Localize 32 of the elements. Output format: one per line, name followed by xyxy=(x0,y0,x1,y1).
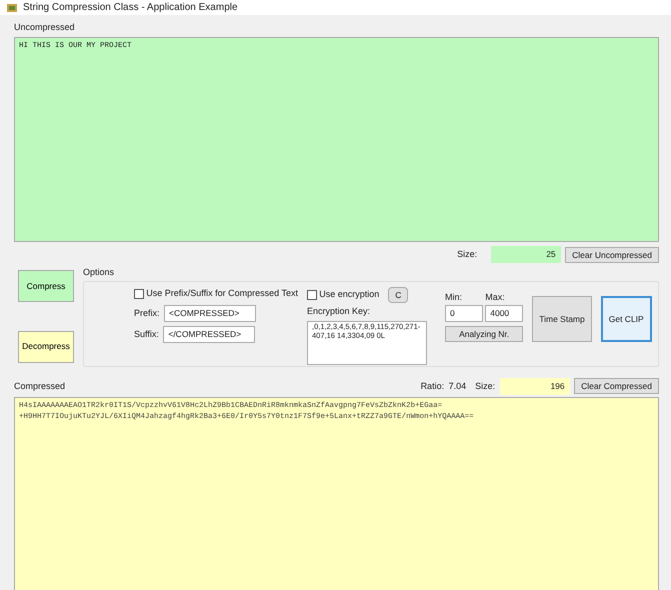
text-field[interactable]: <COMPRESSED> xyxy=(164,304,256,322)
get-clip-button[interactable]: Get CLIP xyxy=(600,296,652,342)
checkbox[interactable] xyxy=(134,288,144,298)
field-label: Suffix: xyxy=(134,328,159,341)
number-field[interactable]: 0 xyxy=(444,304,483,322)
size-label: Size: xyxy=(475,380,496,392)
field-label: Prefix: xyxy=(134,306,160,320)
size-label: Size: xyxy=(457,248,478,261)
field-label: Max: xyxy=(485,291,506,304)
group-label: Options xyxy=(83,266,116,279)
timestamp-button[interactable]: Time Stamp xyxy=(532,296,592,342)
size-field: 25 xyxy=(490,246,561,264)
ratio-label: Ratio: xyxy=(420,380,444,392)
clear-compressed-button[interactable]: Clear Compressed xyxy=(574,378,659,394)
c-button[interactable]: C xyxy=(388,286,408,303)
app-icon xyxy=(6,2,18,14)
decompress-button[interactable]: Decompress xyxy=(18,330,74,363)
section-label: Uncompressed xyxy=(14,21,76,34)
clear-uncompressed-button[interactable]: Clear Uncompressed xyxy=(565,246,659,263)
window-title: String Compression Class - Application Example xyxy=(23,1,238,15)
checkbox-label: Use encryption xyxy=(319,288,380,302)
field-label: Encryption Key: xyxy=(306,305,372,318)
field-label: Min: xyxy=(444,291,463,304)
analyze-button[interactable]: Analyzing Nr. xyxy=(444,326,524,342)
number-field[interactable]: 4000 xyxy=(485,304,524,322)
section-label: Compressed xyxy=(14,380,66,393)
size-field: 196 xyxy=(500,378,570,395)
checkbox-label: Use Prefix/Suffix for Compressed Text xyxy=(146,286,298,300)
text-field[interactable]: </COMPRESSED> xyxy=(163,326,256,344)
compress-button[interactable]: Compress xyxy=(18,270,74,302)
ratio-value: 7.04 xyxy=(448,380,466,392)
checkbox[interactable] xyxy=(306,290,317,300)
